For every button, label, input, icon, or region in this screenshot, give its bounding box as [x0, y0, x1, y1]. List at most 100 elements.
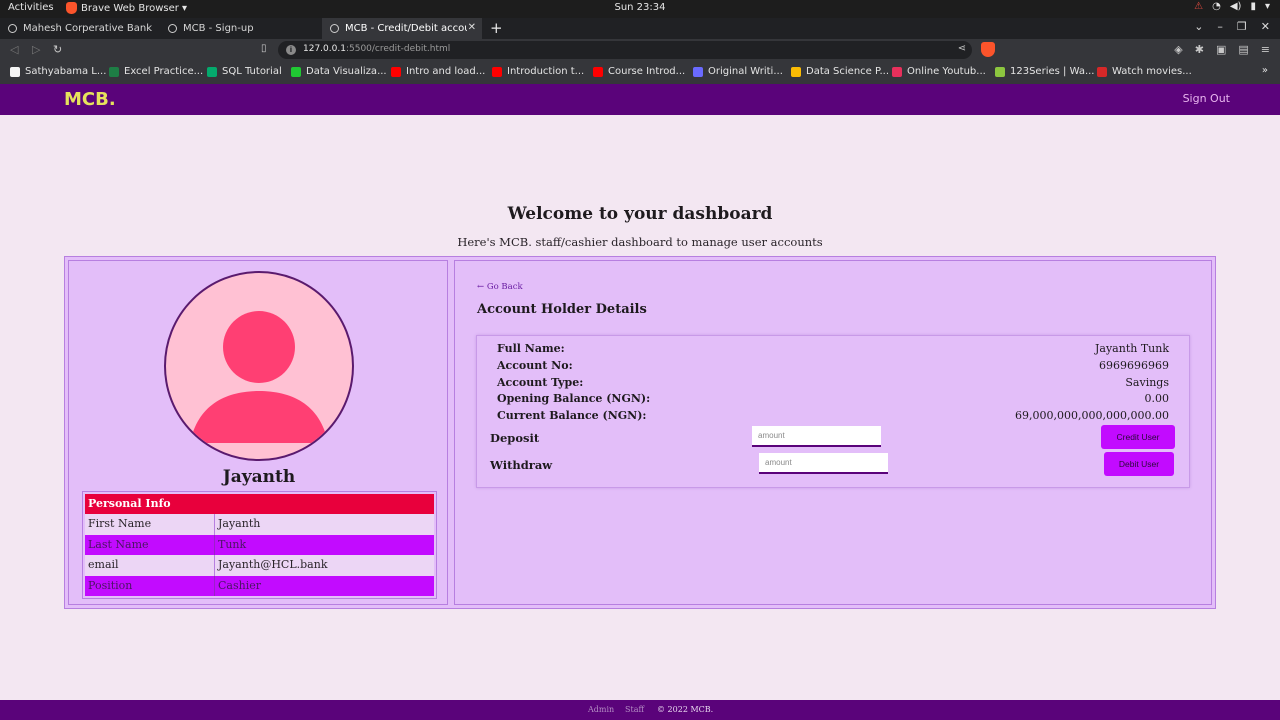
bookmark-label: Data Visualiza...: [306, 66, 387, 77]
bookmark-item[interactable]: Online Youtub...: [892, 66, 986, 77]
tab-label: Mahesh Corperative Bank: [23, 23, 152, 34]
page-subtitle: Here's MCB. staff/cashier dashboard to m…: [457, 235, 823, 249]
bookmark-label: Watch movies...: [1112, 66, 1192, 77]
footer-admin-link[interactable]: Admin: [588, 705, 614, 714]
close-tab-icon[interactable]: ✕: [468, 22, 476, 33]
bookmark-item[interactable]: Course Introd...: [593, 66, 685, 77]
activities-button[interactable]: Activities: [8, 2, 54, 13]
account-holder-card: ← Go Back Account Holder Details Full Na…: [454, 260, 1212, 605]
navigation-bar: ◁ ▷ ↻ ▯ i 127.0.0.1:5500/credit-debit.ht…: [0, 39, 1280, 61]
detail-row-opening-balance: Opening Balance (NGN): 0.00: [497, 392, 1169, 408]
bookmark-item[interactable]: Introduction t...: [492, 66, 584, 77]
detail-label: Full Name:: [497, 342, 565, 355]
clock[interactable]: Sun 23:34: [0, 2, 1280, 13]
detail-row-account-type: Account Type: Savings: [497, 376, 1169, 392]
bookmark-item[interactable]: Intro and load...: [391, 66, 485, 77]
reload-icon[interactable]: ↻: [53, 43, 62, 56]
debit-user-button[interactable]: Debit User: [1104, 452, 1174, 476]
bookmark-label: Course Introd...: [608, 66, 686, 77]
detail-value: Jayanth Tunk: [1095, 342, 1169, 355]
account-details-title: Account Holder Details: [477, 302, 647, 317]
info-key: First Name: [85, 514, 215, 535]
new-tab-button[interactable]: +: [490, 19, 503, 37]
detail-value: 0.00: [1144, 392, 1170, 405]
favicon-icon: [791, 66, 801, 77]
tab-label: MCB - Credit/Debit accou: [345, 23, 467, 34]
system-tray[interactable]: ⚠ ◔ ◀) ▮ ▾: [1194, 1, 1270, 12]
tab-sign-up[interactable]: MCB - Sign-up: [160, 18, 322, 39]
battery-icon: ▮: [1250, 1, 1256, 12]
extensions-toolbar: ◈ ✱ ▣ ▤ ≡: [1174, 43, 1270, 56]
favicon-icon: [1097, 66, 1107, 77]
tab-label: MCB - Sign-up: [183, 23, 254, 34]
bookmark-item[interactable]: SQL Tutorial: [207, 66, 282, 77]
bookmark-label: Excel Practice...: [124, 66, 204, 77]
deposit-amount-input[interactable]: [752, 426, 881, 447]
withdraw-amount-input[interactable]: [759, 453, 888, 474]
info-key: Last Name: [85, 534, 215, 555]
sidebar-icon[interactable]: ▣: [1216, 43, 1226, 56]
bookmark-label: Original Writi...: [708, 66, 783, 77]
sign-out-link[interactable]: Sign Out: [1183, 92, 1230, 105]
maximize-icon[interactable]: ❐: [1237, 20, 1247, 33]
bookmark-item[interactable]: Sathyabama L...: [10, 66, 106, 77]
favicon-icon: [391, 66, 401, 77]
globe-icon: [8, 24, 17, 33]
tab-search-icon[interactable]: ⌄: [1194, 20, 1203, 33]
warning-icon: ⚠: [1194, 1, 1204, 12]
close-window-icon[interactable]: ✕: [1261, 20, 1270, 33]
detail-label: Current Balance (NGN):: [497, 409, 647, 422]
detail-value: 6969696969: [1099, 359, 1169, 372]
bookmark-item[interactable]: Data Visualiza...: [291, 66, 387, 77]
detail-value: Savings: [1125, 376, 1169, 389]
globe-icon: [168, 24, 177, 33]
detail-label: Account No:: [497, 359, 573, 372]
info-value: Jayanth: [218, 517, 261, 530]
bookmark-item[interactable]: Original Writi...: [693, 66, 783, 77]
favicon-icon: [492, 66, 502, 77]
globe-icon: [330, 24, 339, 33]
table-row: Position Cashier: [85, 575, 434, 596]
more-bookmarks-icon[interactable]: »: [1262, 65, 1268, 76]
brave-shields-icon[interactable]: [981, 42, 995, 57]
vpn-icon[interactable]: ◈: [1174, 43, 1182, 56]
deposit-label: Deposit: [490, 431, 540, 445]
bookmark-label: Intro and load...: [406, 66, 486, 77]
detail-label: Account Type:: [497, 376, 584, 389]
table-row: Last Name Tunk: [85, 534, 434, 555]
bookmark-item[interactable]: 123Series | Wa...: [995, 66, 1094, 77]
bookmark-icon[interactable]: ▯: [261, 43, 267, 54]
app-name: Brave Web Browser ▾: [81, 2, 188, 14]
mcb-logo[interactable]: MCB.: [64, 89, 116, 110]
menu-icon[interactable]: ≡: [1261, 43, 1270, 56]
personal-info-header: Personal Info: [85, 494, 434, 514]
dashboard-panel: Jayanth Personal Info First Name Jayanth…: [64, 256, 1216, 609]
favicon-icon: [207, 66, 217, 77]
bookmark-item[interactable]: Watch movies...: [1097, 66, 1192, 77]
tab-mahesh-bank[interactable]: Mahesh Corperative Bank: [0, 18, 160, 39]
address-bar[interactable]: i 127.0.0.1:5500/credit-debit.html ⋖: [278, 41, 972, 59]
footer-staff-link[interactable]: Staff: [625, 705, 644, 714]
withdraw-label: Withdraw: [490, 458, 553, 472]
share-icon[interactable]: ⋖: [958, 43, 966, 54]
credit-user-button[interactable]: Credit User: [1101, 425, 1175, 449]
staff-profile-card: Jayanth Personal Info First Name Jayanth…: [68, 260, 448, 605]
app-menu[interactable]: Brave Web Browser ▾: [66, 2, 187, 14]
site-info-icon[interactable]: i: [286, 45, 296, 55]
back-icon[interactable]: ◁: [10, 43, 18, 56]
info-value: Cashier: [218, 578, 261, 592]
page-title: Welcome to your dashboard: [507, 204, 773, 224]
tab-credit-debit[interactable]: MCB - Credit/Debit accou ✕: [322, 18, 482, 39]
table-row: email Jayanth@HCL.bank: [85, 555, 434, 576]
footer-copyright: © 2022 MCB.: [657, 705, 714, 714]
go-back-link[interactable]: ← Go Back: [477, 282, 523, 292]
bookmark-item[interactable]: Data Science P...: [791, 66, 889, 77]
puzzle-icon[interactable]: ✱: [1195, 43, 1204, 56]
bookmark-item[interactable]: Excel Practice...: [109, 66, 203, 77]
minimize-icon[interactable]: –: [1217, 20, 1223, 33]
info-value: Jayanth@HCL.bank: [218, 558, 328, 571]
forward-icon[interactable]: ▷: [32, 43, 40, 56]
wallet-icon[interactable]: ▤: [1238, 43, 1248, 56]
url-text: 127.0.0.1:5500/credit-debit.html: [303, 44, 450, 54]
window-controls: ⌄ – ❐ ✕: [1194, 20, 1270, 33]
